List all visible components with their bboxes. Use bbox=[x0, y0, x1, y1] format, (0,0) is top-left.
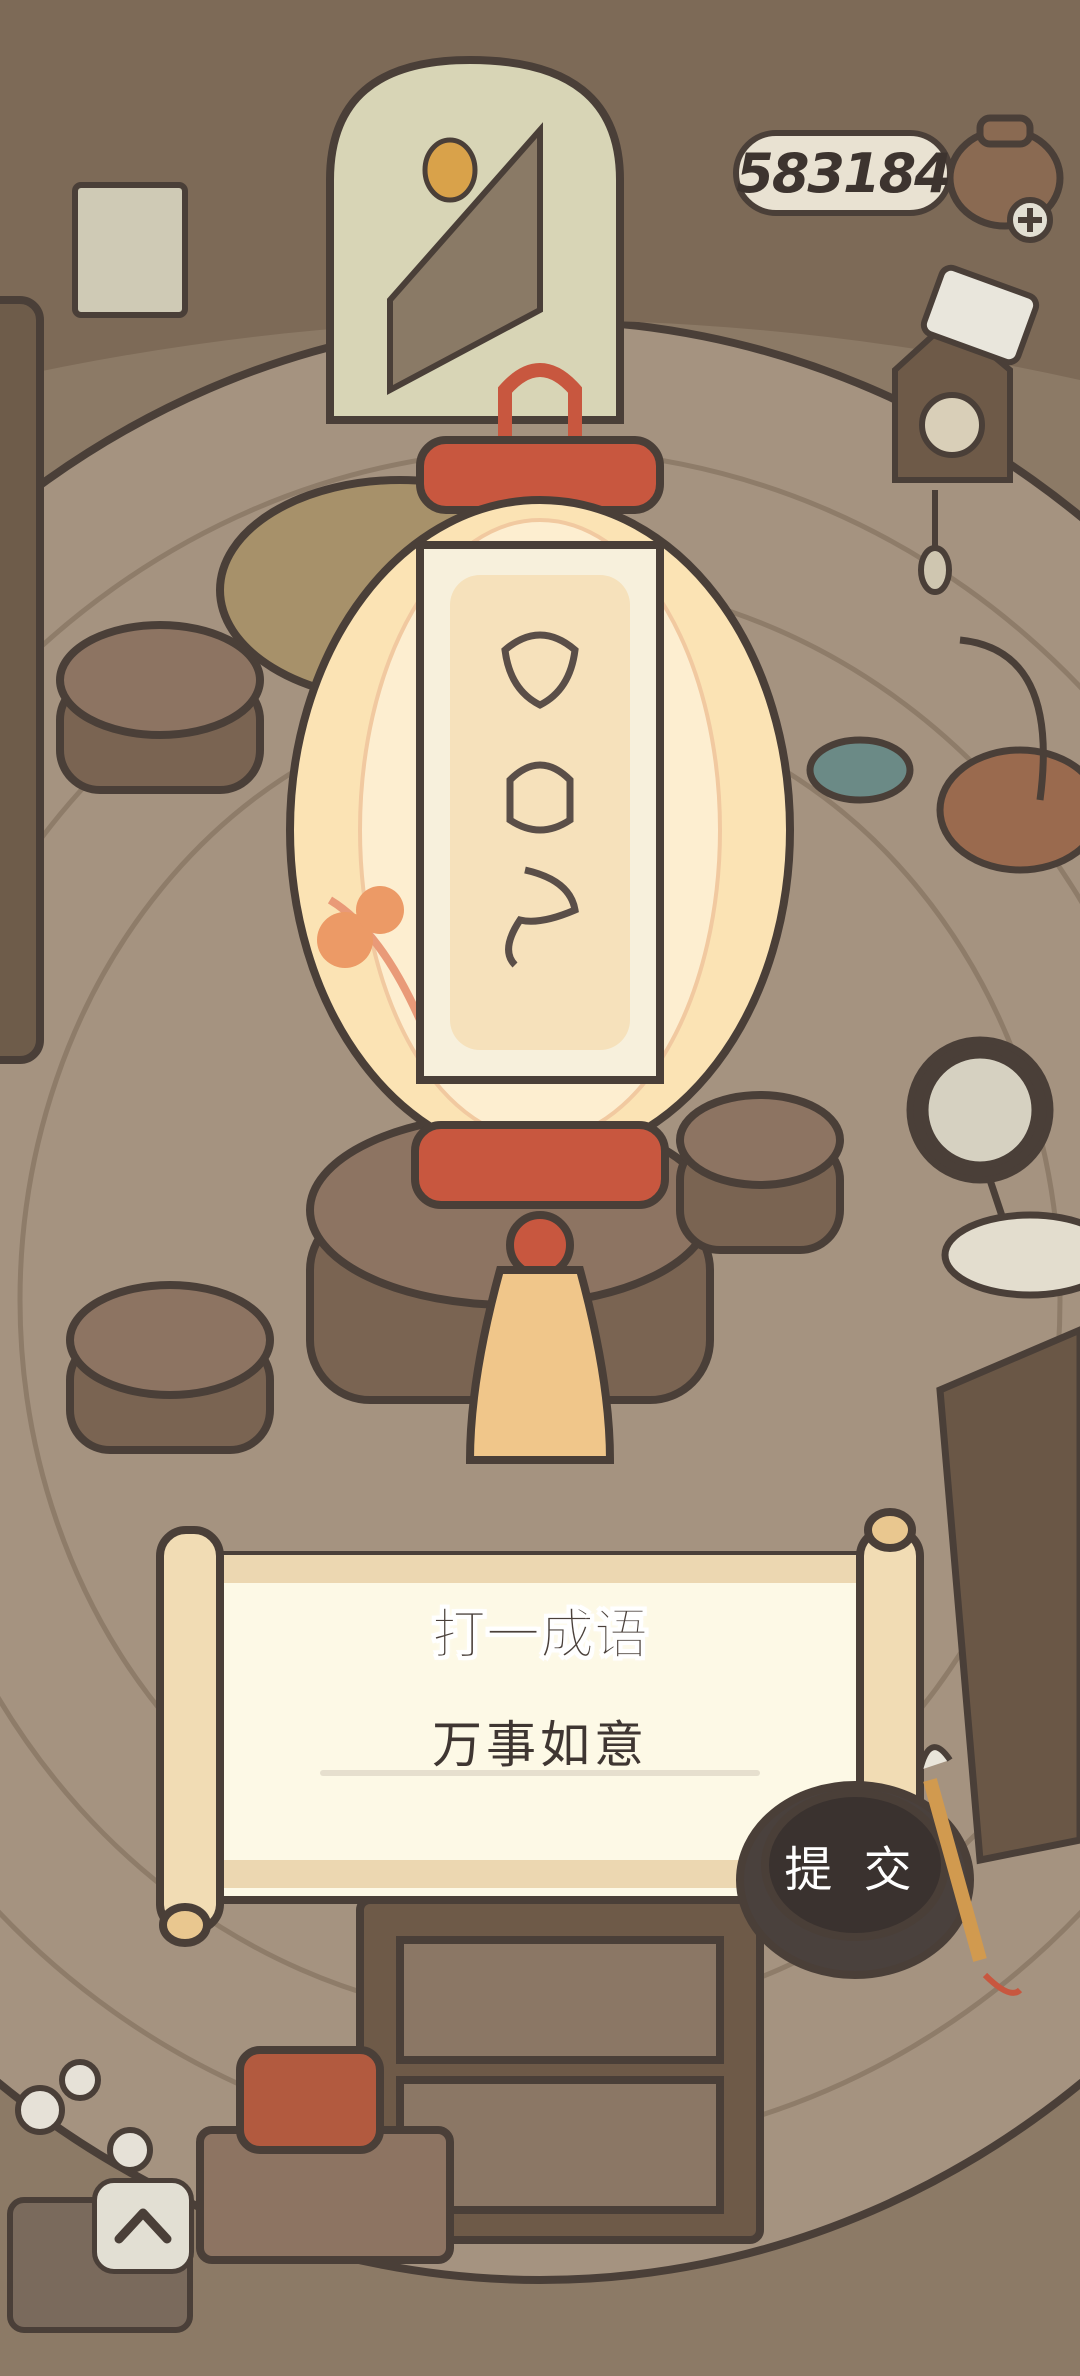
add-currency-button[interactable] bbox=[1005, 195, 1055, 245]
currency-amount: 583184 bbox=[733, 130, 953, 216]
chevron-up-icon bbox=[114, 2208, 172, 2244]
answer-underline bbox=[320, 1770, 760, 1776]
submit-button[interactable]: 提 交 bbox=[762, 1795, 942, 1935]
answer-input[interactable]: 万事如意 bbox=[320, 1705, 760, 1777]
expand-button[interactable] bbox=[92, 2178, 194, 2274]
room-background bbox=[0, 0, 1080, 2376]
riddle-title: 打一成语 bbox=[432, 1603, 649, 1667]
